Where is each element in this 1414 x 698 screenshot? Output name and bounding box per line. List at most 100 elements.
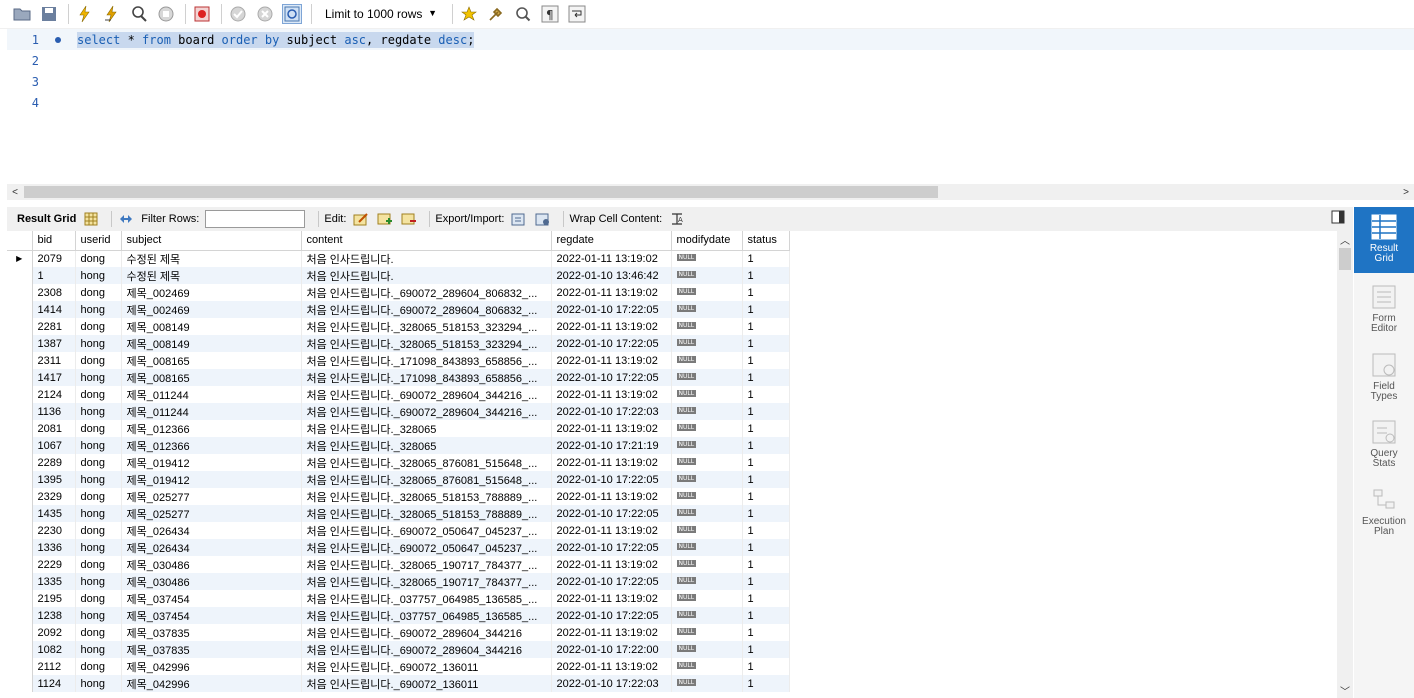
cell-regdate[interactable]: 2022-01-10 17:22:05 — [551, 471, 672, 488]
filter-rows-input[interactable] — [205, 210, 306, 228]
cell-modifydate[interactable]: NULL — [671, 488, 743, 505]
table-row[interactable]: ▶ 2079 dong 수정된 제목 처음 인사드립니다. 2022-01-11 13:1… — [7, 250, 790, 267]
open-folder-icon[interactable] — [12, 4, 32, 24]
cell-regdate[interactable]: 2022-01-10 17:22:03 — [551, 675, 672, 692]
table-row[interactable]: 1 hong 수정된 제목 처음 인사드립니다. 2022-01-10 13:46:42… — [7, 267, 790, 284]
table-row[interactable]: 2311 dong 제목_008165 처음 인사드립니다._171098_84389… — [7, 352, 790, 369]
cell-regdate[interactable]: 2022-01-11 13:19:02 — [551, 522, 672, 539]
table-row[interactable]: 1387 hong 제목_008149 처음 인사드립니다._328065_51815… — [7, 335, 790, 352]
cell-bid[interactable]: 1335 — [32, 573, 76, 590]
cell-modifydate[interactable]: NULL — [671, 539, 743, 556]
cell-bid[interactable]: 2092 — [32, 624, 76, 641]
cell-bid[interactable]: 2289 — [32, 454, 76, 471]
table-row[interactable]: 1067 hong 제목_012366 처음 인사드립니다._328065 2022-0… — [7, 437, 790, 454]
scroll-up-icon[interactable]: ︿ — [1337, 231, 1353, 247]
cell-subject[interactable]: 제목_019412 — [121, 471, 302, 488]
sql-editor[interactable]: 1 select * from board order by subject a… — [7, 29, 1414, 184]
cell-status[interactable]: 1 — [742, 386, 790, 403]
scrollbar-thumb[interactable] — [24, 186, 938, 198]
delete-row-icon[interactable] — [400, 211, 418, 227]
cell-regdate[interactable]: 2022-01-10 17:22:05 — [551, 335, 672, 352]
cell-subject[interactable]: 제목_008149 — [121, 335, 302, 352]
cell-status[interactable]: 1 — [742, 403, 790, 420]
table-row[interactable]: 2081 dong 제목_012366 처음 인사드립니다._328065 2022-0… — [7, 420, 790, 437]
table-row[interactable]: 2281 dong 제목_008149 처음 인사드립니다._328065_51815… — [7, 318, 790, 335]
cell-content[interactable]: 처음 인사드립니다._037757_064985_136585_... — [301, 590, 552, 607]
cell-status[interactable]: 1 — [742, 505, 790, 522]
cell-content[interactable]: 처음 인사드립니다._690072_289604_344216 — [301, 641, 552, 658]
cell-modifydate[interactable]: NULL — [671, 250, 743, 267]
row-selector[interactable] — [7, 386, 33, 403]
cell-regdate[interactable]: 2022-01-11 13:19:02 — [551, 658, 672, 675]
limit-rows-select[interactable]: Limit to 1000 rows ▼ — [318, 4, 442, 24]
cell-status[interactable]: 1 — [742, 522, 790, 539]
stop-on-error-icon[interactable] — [192, 4, 212, 24]
cell-userid[interactable]: dong — [75, 488, 122, 505]
save-icon[interactable] — [39, 4, 59, 24]
cell-content[interactable]: 처음 인사드립니다._690072_050647_045237_... — [301, 522, 552, 539]
cell-content[interactable]: 처음 인사드립니다._690072_289604_806832_... — [301, 284, 552, 301]
table-row[interactable]: 1136 hong 제목_011244 처음 인사드립니다._690072_28960… — [7, 403, 790, 420]
cell-bid[interactable]: 1136 — [32, 403, 76, 420]
cell-regdate[interactable]: 2022-01-10 17:22:05 — [551, 369, 672, 386]
cell-bid[interactable]: 2081 — [32, 420, 76, 437]
row-selector[interactable] — [7, 488, 33, 505]
scroll-left-icon[interactable]: < — [7, 184, 23, 200]
table-row[interactable]: 1238 hong 제목_037454 처음 인사드립니다._037757_06498… — [7, 607, 790, 624]
cell-userid[interactable]: dong — [75, 556, 122, 573]
table-row[interactable]: 1435 hong 제목_025277 처음 인사드립니다._328065_51815… — [7, 505, 790, 522]
beautify-broom-icon[interactable] — [486, 4, 506, 24]
cell-subject[interactable]: 제목_008149 — [121, 318, 302, 335]
cell-status[interactable]: 1 — [742, 573, 790, 590]
cell-subject[interactable]: 제목_037454 — [121, 590, 302, 607]
cell-subject[interactable]: 제목_037454 — [121, 607, 302, 624]
cell-modifydate[interactable]: NULL — [671, 590, 743, 607]
column-header-modifydate[interactable]: modifydate — [671, 231, 743, 251]
export-icon[interactable] — [510, 211, 528, 227]
cell-bid[interactable]: 1395 — [32, 471, 76, 488]
row-selector[interactable] — [7, 318, 33, 335]
cell-regdate[interactable]: 2022-01-10 13:46:42 — [551, 267, 672, 284]
cell-modifydate[interactable]: NULL — [671, 505, 743, 522]
cell-modifydate[interactable]: NULL — [671, 658, 743, 675]
cell-userid[interactable]: dong — [75, 624, 122, 641]
cell-status[interactable]: 1 — [742, 284, 790, 301]
cell-bid[interactable]: 1387 — [32, 335, 76, 352]
cell-status[interactable]: 1 — [742, 471, 790, 488]
toggle-sidebar-icon[interactable] — [1331, 210, 1347, 226]
cell-regdate[interactable]: 2022-01-10 17:22:05 — [551, 539, 672, 556]
cell-content[interactable]: 처음 인사드립니다._328065_518153_788889_... — [301, 488, 552, 505]
cell-status[interactable]: 1 — [742, 369, 790, 386]
cell-userid[interactable]: hong — [75, 573, 122, 590]
cell-regdate[interactable]: 2022-01-11 13:19:02 — [551, 624, 672, 641]
form-editor-tab[interactable]: Form Editor — [1354, 277, 1414, 343]
cell-subject[interactable]: 제목_002469 — [121, 284, 302, 301]
column-header-status[interactable]: status — [742, 231, 790, 251]
cell-subject[interactable]: 제목_026434 — [121, 522, 302, 539]
scroll-right-icon[interactable]: > — [1398, 184, 1414, 200]
result-grid[interactable]: bid userid subject content regdate modifydate… — [7, 231, 1337, 698]
cell-userid[interactable]: dong — [75, 590, 122, 607]
cell-bid[interactable]: 2124 — [32, 386, 76, 403]
result-grid-tab[interactable]: Result Grid — [1354, 207, 1414, 273]
cell-bid[interactable]: 1082 — [32, 641, 76, 658]
cell-regdate[interactable]: 2022-01-10 17:22:03 — [551, 403, 672, 420]
cell-bid[interactable]: 1336 — [32, 539, 76, 556]
cell-userid[interactable]: dong — [75, 318, 122, 335]
cell-modifydate[interactable]: NULL — [671, 369, 743, 386]
edit-row-icon[interactable] — [352, 211, 370, 227]
table-row[interactable]: 2195 dong 제목_037454 처음 인사드립니다._037757_06498… — [7, 590, 790, 607]
cell-status[interactable]: 1 — [742, 318, 790, 335]
row-selector[interactable] — [7, 471, 33, 488]
column-header-subject[interactable]: subject — [121, 231, 302, 251]
cell-subject[interactable]: 제목_012366 — [121, 420, 302, 437]
cell-subject[interactable]: 제목_008165 — [121, 352, 302, 369]
cell-status[interactable]: 1 — [742, 675, 790, 692]
row-selector[interactable] — [7, 522, 33, 539]
row-selector[interactable] — [7, 369, 33, 386]
cell-regdate[interactable]: 2022-01-11 13:19:02 — [551, 590, 672, 607]
execution-plan-tab[interactable]: Execution Plan — [1354, 480, 1414, 546]
cell-content[interactable]: 처음 인사드립니다._690072_050647_045237_... — [301, 539, 552, 556]
column-header-regdate[interactable]: regdate — [551, 231, 672, 251]
execute-current-icon[interactable] — [102, 4, 122, 24]
